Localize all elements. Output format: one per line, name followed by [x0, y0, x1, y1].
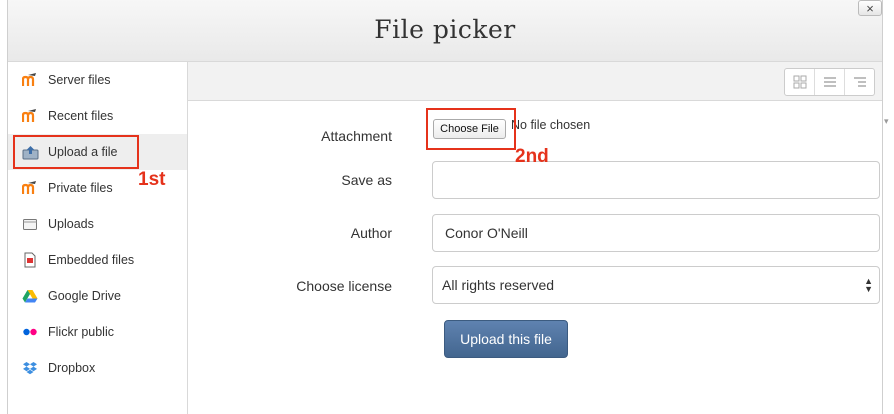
- author-label: Author: [350, 225, 392, 241]
- license-label: Choose license: [296, 278, 392, 294]
- license-select[interactable]: All rights reserved ▲ ▼: [432, 266, 880, 304]
- edge-chevron-icon: ▾: [884, 116, 889, 126]
- moodle-icon: [21, 72, 39, 88]
- sidebar-item-server-files[interactable]: Server files: [8, 62, 187, 98]
- sidebar-item-embedded-files[interactable]: Embedded files: [8, 242, 187, 278]
- dialog-titlebar: File picker ×: [8, 0, 882, 62]
- sidebar-item-label: Dropbox: [48, 361, 96, 375]
- tree-view-icon[interactable]: [845, 69, 874, 95]
- annotation-label-second: 2nd: [515, 146, 549, 167]
- list-view-icon[interactable]: [815, 69, 845, 95]
- sidebar-item-label: Embedded files: [48, 253, 135, 267]
- no-file-chosen-text: No file chosen: [511, 118, 591, 132]
- save-as-label: Save as: [341, 172, 392, 188]
- sidebar-item-label: Private files: [48, 181, 113, 195]
- select-arrows-icon: ▲ ▼: [864, 276, 873, 294]
- sidebar-item-label: Google Drive: [48, 289, 121, 303]
- moodle-icon: [21, 108, 39, 124]
- moodle-icon: [21, 180, 39, 196]
- grid-view-icon[interactable]: [785, 69, 815, 95]
- dialog-title: File picker: [374, 15, 516, 44]
- sidebar-item-label: Flickr public: [48, 325, 114, 339]
- picker-toolbar: [188, 62, 882, 101]
- annotation-box-first: [13, 135, 139, 169]
- save-as-input[interactable]: [432, 161, 880, 199]
- author-value: Conor O'Neill: [445, 225, 528, 241]
- folder-icon: [21, 216, 39, 232]
- document-icon: [21, 252, 39, 268]
- sidebar-item-label: Server files: [48, 73, 111, 87]
- flickr-icon: [21, 324, 39, 340]
- view-switcher: [784, 68, 875, 96]
- attachment-label: Attachment: [321, 128, 392, 144]
- repository-sidebar: Server files Recent files Upload a file …: [8, 62, 188, 414]
- sidebar-item-uploads[interactable]: Uploads: [8, 206, 187, 242]
- sidebar-item-label: Recent files: [48, 109, 114, 123]
- dropbox-icon: [21, 360, 39, 376]
- sidebar-item-flickr-public[interactable]: Flickr public: [8, 314, 187, 350]
- license-selected-value: All rights reserved: [442, 277, 555, 293]
- sidebar-item-dropbox[interactable]: Dropbox: [8, 350, 187, 386]
- sidebar-item-google-drive[interactable]: Google Drive: [8, 278, 187, 314]
- sidebar-item-recent-files[interactable]: Recent files: [8, 98, 187, 134]
- annotation-label-first: 1st: [138, 169, 166, 190]
- author-input[interactable]: Conor O'Neill: [432, 214, 880, 252]
- sidebar-item-label: Uploads: [48, 217, 94, 231]
- google-drive-icon: [21, 288, 39, 304]
- annotation-box-second: [426, 108, 516, 150]
- close-button[interactable]: ×: [858, 0, 882, 16]
- upload-this-file-button[interactable]: Upload this file: [444, 320, 568, 358]
